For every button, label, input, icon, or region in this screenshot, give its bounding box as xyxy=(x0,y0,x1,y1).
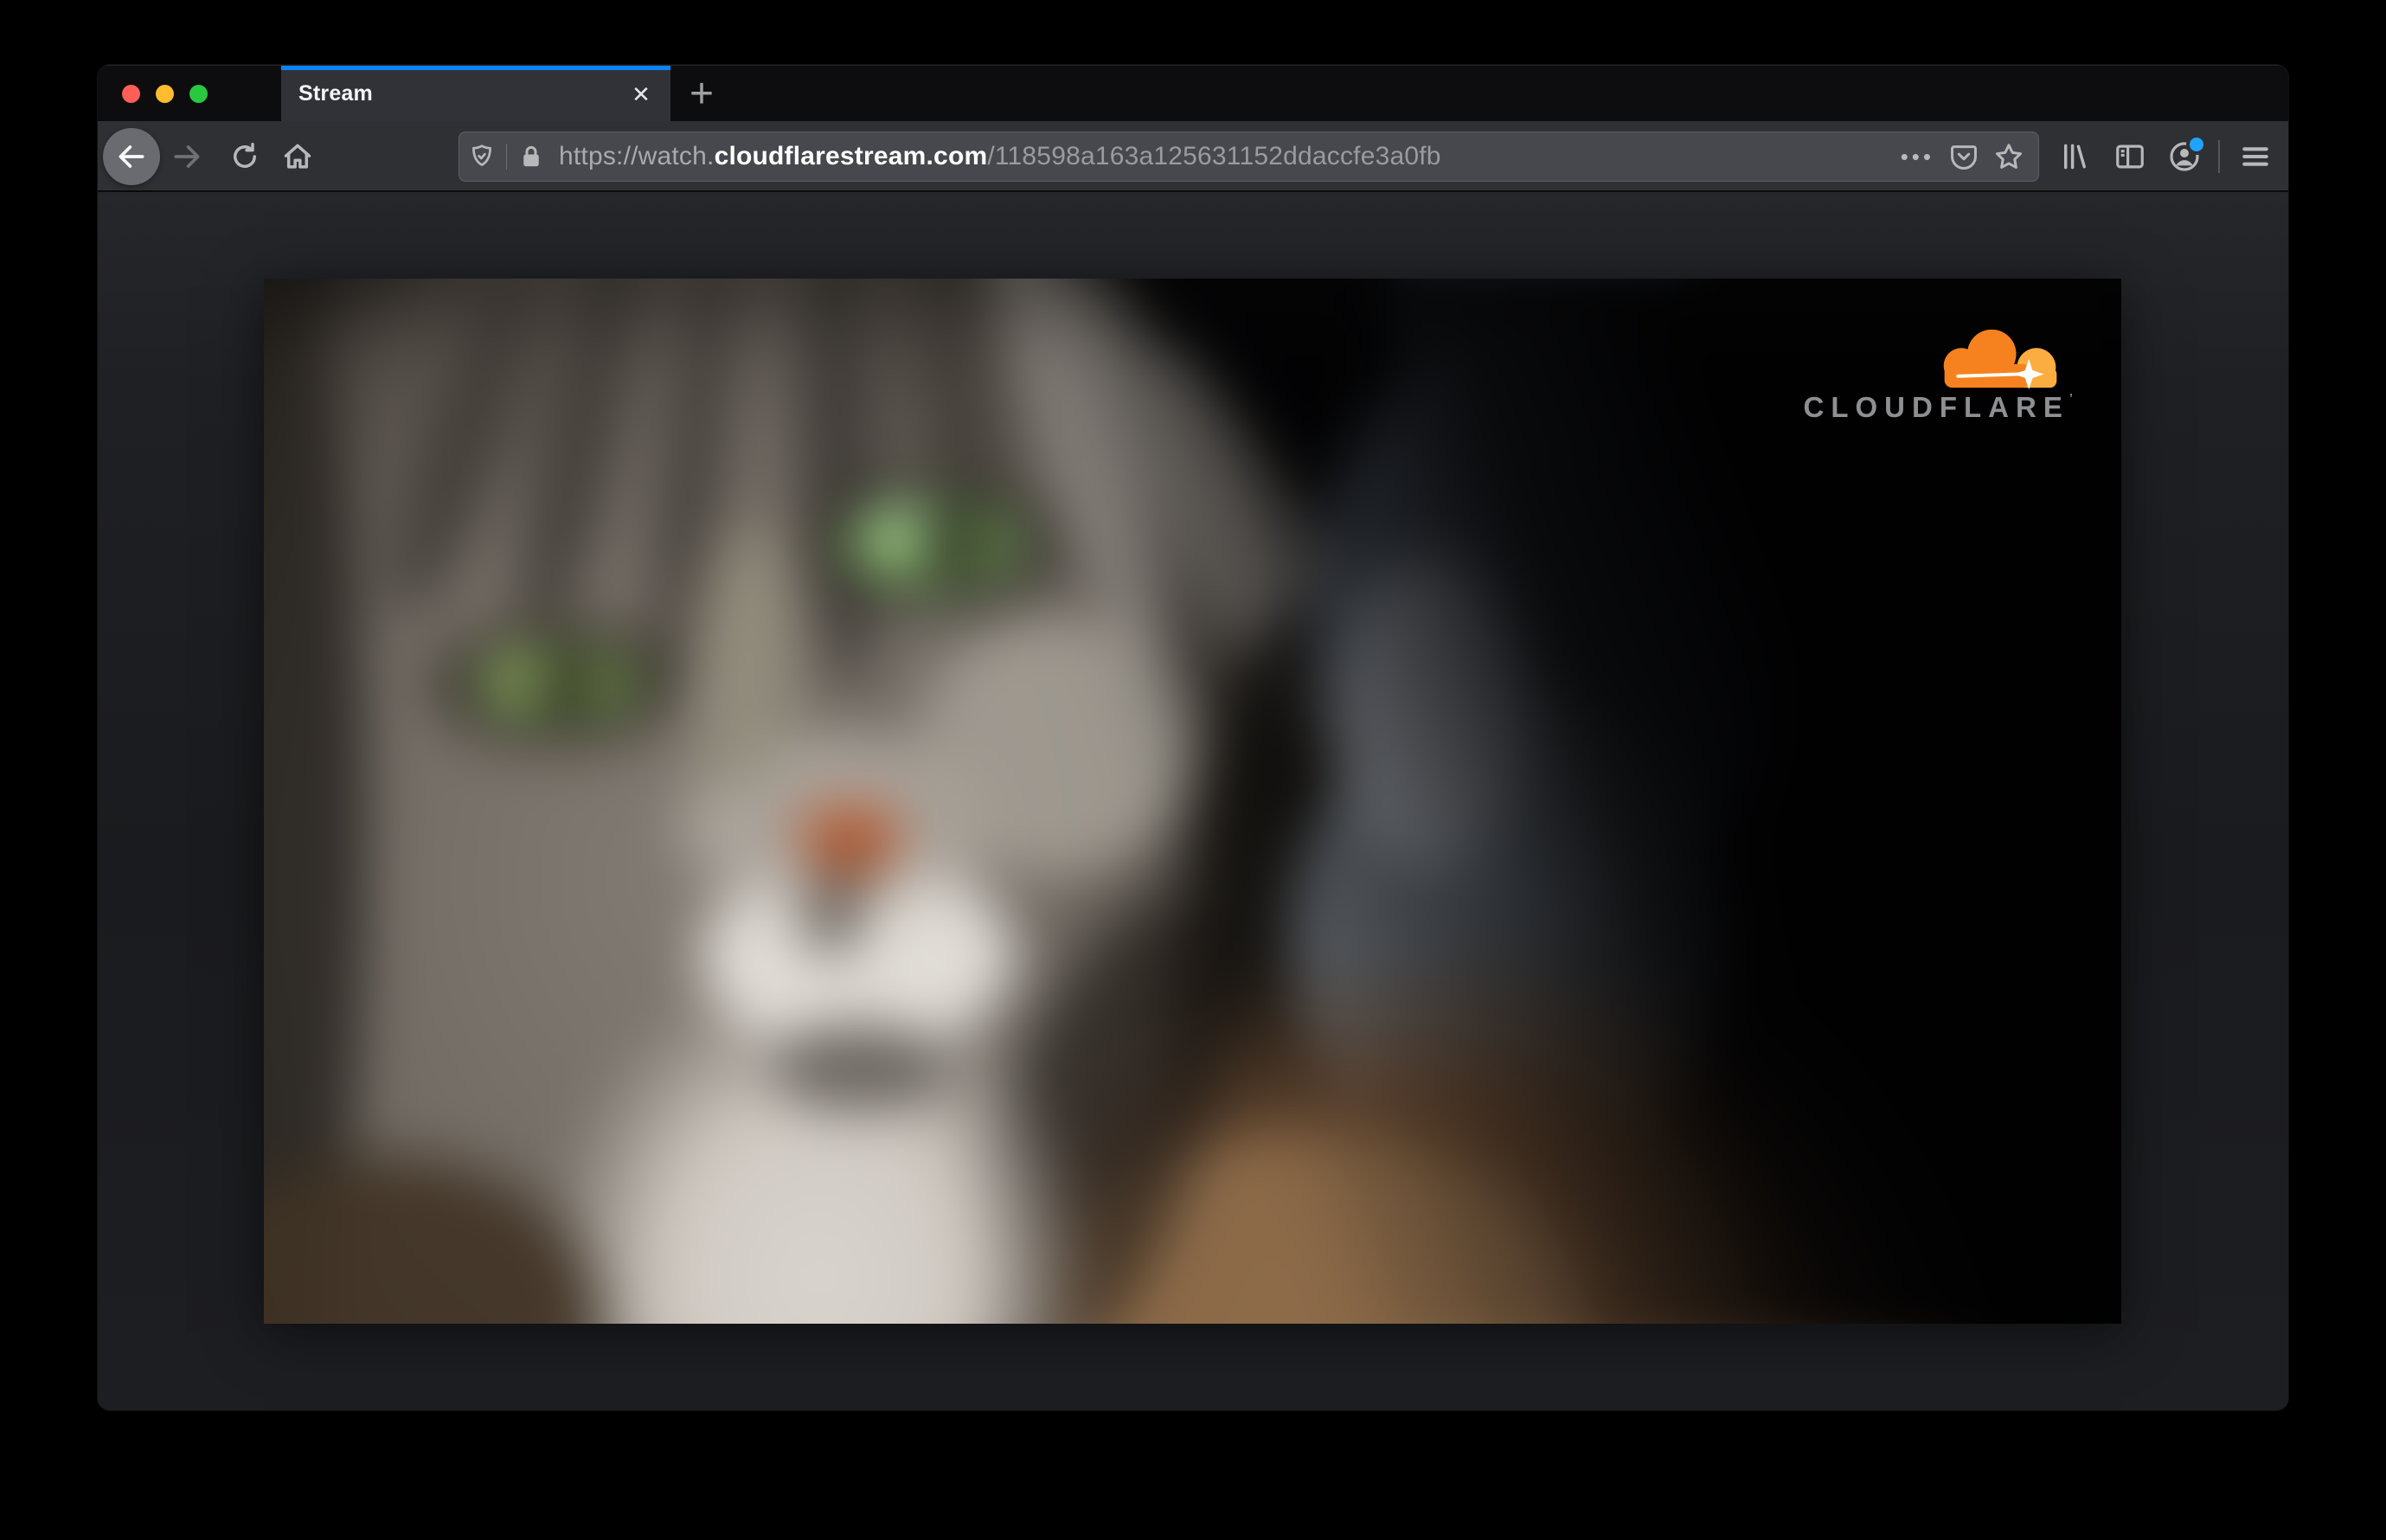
url-text: https://watch.cloudflarestream.com/11859… xyxy=(559,142,1441,171)
browser-window: Stream ✕ + https://watch.cloudflarestrea… xyxy=(98,65,2288,1410)
menu-icon xyxy=(2242,147,2268,166)
home-icon xyxy=(284,144,311,169)
minimize-window-button[interactable] xyxy=(156,85,174,103)
tab-stream[interactable]: Stream ✕ xyxy=(281,66,670,122)
url-path: /118598a163a125631152ddaccfe3a0fb xyxy=(987,142,1441,170)
video-frame-cat-art xyxy=(264,279,2121,1324)
url-scheme: https://watch. xyxy=(559,142,715,170)
bookmark-star-icon[interactable] xyxy=(1993,141,2024,172)
tab-strip: Stream ✕ + xyxy=(98,65,2288,122)
cloudflare-logo: CLOUDFLARE’ xyxy=(1761,324,2073,424)
urlbar-divider xyxy=(506,144,507,170)
toolbar-divider xyxy=(2218,140,2220,173)
page-actions-icon[interactable]: ••• xyxy=(1901,145,1934,168)
account-button[interactable] xyxy=(2164,136,2205,177)
forward-icon xyxy=(174,145,200,168)
url-bar[interactable]: https://watch.cloudflarestream.com/11859… xyxy=(459,132,2039,182)
page-action-buttons: ••• xyxy=(1901,141,2038,172)
lock-icon[interactable] xyxy=(516,141,547,172)
back-button[interactable] xyxy=(103,128,160,185)
traffic-lights xyxy=(98,66,208,122)
cloudflare-cloud-icon xyxy=(1943,329,2057,390)
pocket-icon[interactable] xyxy=(1948,141,1979,172)
tab-title: Stream xyxy=(298,81,373,106)
zoom-window-button[interactable] xyxy=(189,85,208,103)
url-domain: cloudflarestream.com xyxy=(714,142,988,170)
cat-art-layer xyxy=(264,279,2121,1324)
reload-icon xyxy=(234,143,256,168)
sidebar-toggle-button[interactable] xyxy=(2109,136,2151,177)
library-button[interactable] xyxy=(2054,136,2095,177)
home-button[interactable] xyxy=(277,136,318,177)
new-tab-icon: + xyxy=(689,70,715,117)
video-player[interactable]: CLOUDFLARE’ xyxy=(264,279,2121,1324)
close-tab-icon[interactable]: ✕ xyxy=(624,77,658,112)
sidebar-icon xyxy=(2116,144,2144,169)
cloudflare-trademark: ’ xyxy=(2069,391,2073,406)
new-tab-button[interactable]: + xyxy=(676,66,728,122)
back-icon xyxy=(119,145,144,168)
menu-button[interactable] xyxy=(2235,136,2276,177)
reload-button[interactable] xyxy=(224,136,266,177)
forward-button[interactable] xyxy=(166,136,208,177)
navigation-toolbar: https://watch.cloudflarestream.com/11859… xyxy=(98,121,2288,192)
account-notification-dot xyxy=(2190,138,2203,151)
library-icon xyxy=(2063,144,2086,170)
close-window-button[interactable] xyxy=(122,85,140,103)
tracking-shield-icon[interactable] xyxy=(466,141,497,172)
cloudflare-wordmark: CLOUDFLARE’ xyxy=(1803,391,2073,423)
page-content: CLOUDFLARE’ xyxy=(98,192,2288,1408)
